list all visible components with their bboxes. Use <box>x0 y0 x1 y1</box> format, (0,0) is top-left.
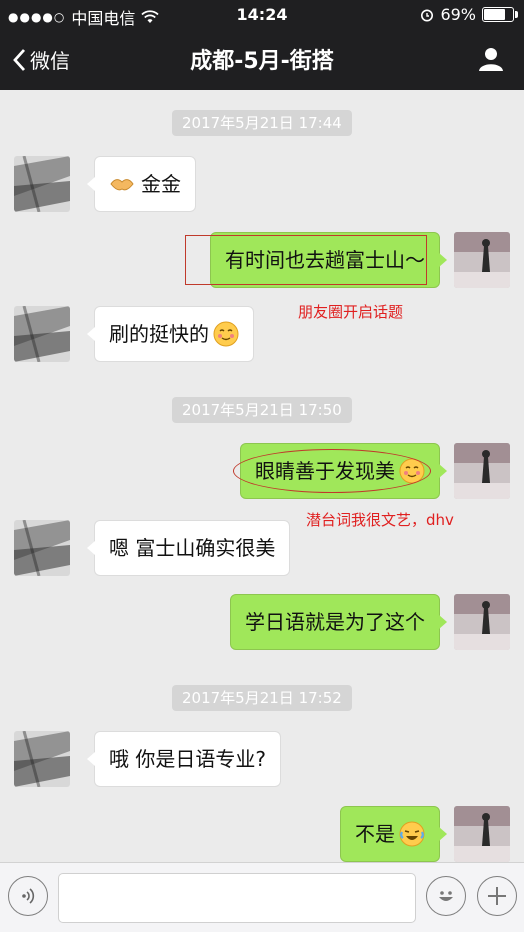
message-input[interactable] <box>58 873 416 923</box>
chat-area[interactable]: 2017年5月21日 17:44 金金 有时间也去趟富士山～ 朋友圈开启话题 刷… <box>0 90 524 862</box>
avatar-other[interactable] <box>14 731 70 787</box>
avatar-other[interactable] <box>14 306 70 362</box>
annotation-text: 潜台词我很文艺，dhv <box>306 511 454 529</box>
nav-bar: 微信 成都-5月-街搭 <box>0 30 524 90</box>
timestamp: 2017年5月21日 17:44 <box>172 110 352 136</box>
message-text: 嗯 富士山确实很美 <box>109 536 276 560</box>
emoji-button[interactable] <box>426 876 466 916</box>
handshake-emoji-icon <box>110 179 134 191</box>
timestamp: 2017年5月21日 17:50 <box>172 397 352 423</box>
person-icon <box>479 48 503 71</box>
smiley-icon <box>439 891 453 901</box>
message-text: 不是 <box>355 822 395 846</box>
message-bubble-incoming[interactable]: 刷的挺快的 <box>87 306 254 362</box>
annotation-text: 朋友圈开启话题 <box>298 303 404 321</box>
status-bar: ●●●●○ 中国电信 14:24 69% <box>0 0 524 30</box>
highlight-oval <box>233 449 431 493</box>
avatar-me[interactable] <box>454 594 510 650</box>
avatar-other[interactable] <box>14 520 70 576</box>
battery-icon <box>482 7 518 22</box>
message-bubble-incoming[interactable]: 嗯 富士山确实很美 <box>86 520 291 576</box>
avatar-me[interactable] <box>454 806 510 862</box>
message-bubble-incoming[interactable]: 金金 <box>87 156 196 212</box>
avatar-me[interactable] <box>454 443 510 499</box>
alarm-icon <box>421 9 434 21</box>
timestamp: 2017年5月21日 17:52 <box>172 685 352 711</box>
message-bubble-outgoing[interactable]: 不是 <box>340 806 447 862</box>
chat-title: 成都-5月-街搭 <box>190 49 334 74</box>
blush-emoji-icon <box>213 321 239 347</box>
message-text: 哦 你是日语专业? <box>109 747 266 771</box>
message-text: 刷的挺快的 <box>109 322 209 346</box>
voice-button[interactable] <box>8 876 48 916</box>
more-button[interactable] <box>477 876 517 916</box>
battery-fill <box>484 9 505 20</box>
chat-info-button[interactable] <box>478 46 504 76</box>
message-text: 金金 <box>141 172 181 196</box>
avatar-other[interactable] <box>14 156 70 212</box>
battery-percent: 69% <box>440 5 476 24</box>
message-text: 学日语就是为了这个 <box>245 610 425 634</box>
highlight-box <box>185 235 427 285</box>
plus-icon <box>488 887 506 905</box>
avatar-me[interactable] <box>454 232 510 288</box>
message-bubble-outgoing[interactable]: 学日语就是为了这个 <box>230 594 447 650</box>
message-bubble-incoming[interactable]: 哦 你是日语专业? <box>87 731 281 787</box>
laughing-tears-emoji-icon <box>399 821 425 847</box>
voice-icon <box>22 888 35 904</box>
input-bar <box>0 862 524 932</box>
